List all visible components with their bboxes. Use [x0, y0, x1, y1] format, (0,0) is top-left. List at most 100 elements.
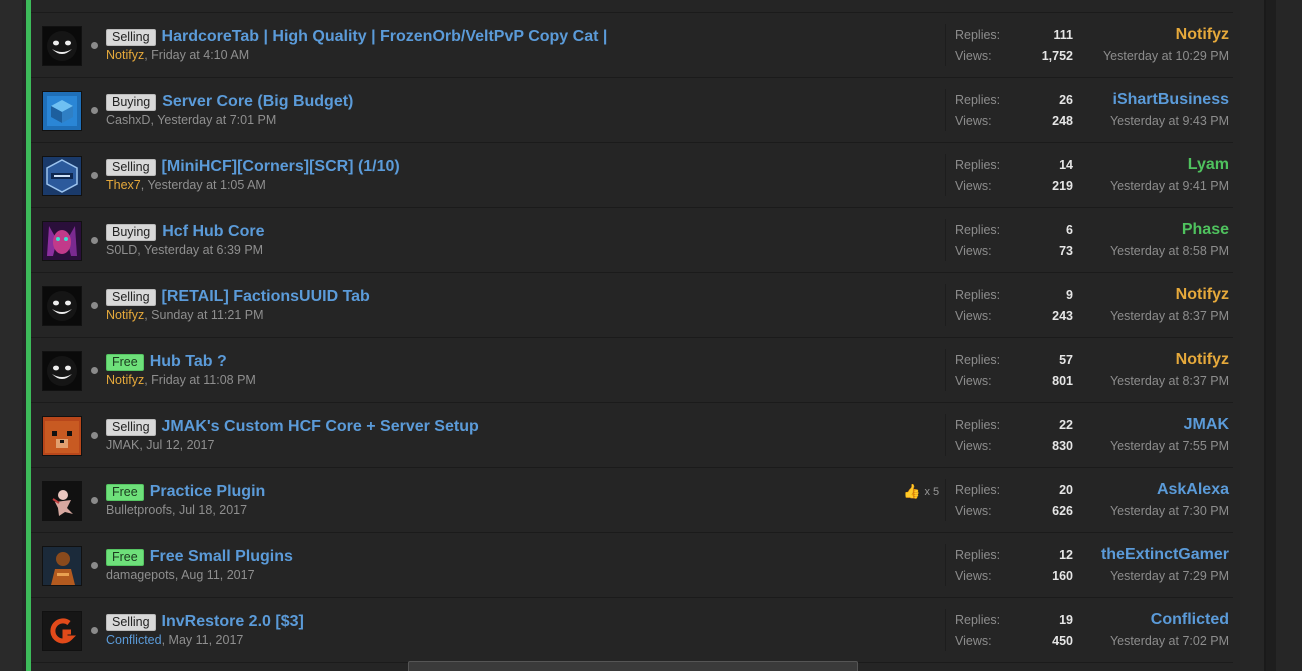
- thread-meta: Bulletproofs, Jul 18, 2017: [106, 503, 247, 517]
- thread-row[interactable]: Selling [MiniHCF][Corners][SCR] (1/10) T…: [31, 143, 1233, 208]
- thread-title-link[interactable]: JMAK's Custom HCF Core + Server Setup: [162, 418, 479, 436]
- thread-starter-link[interactable]: Conflicted: [106, 633, 162, 647]
- thread-starter-link[interactable]: Thex7: [106, 178, 141, 192]
- last-post-user-link[interactable]: Conflicted: [1151, 611, 1229, 629]
- thread-start-date[interactable]: Sunday at 11:21 PM: [151, 308, 263, 322]
- thread-title-link[interactable]: HardcoreTab | High Quality | FrozenOrb/V…: [162, 28, 608, 46]
- blue-badge-avatar-icon[interactable]: [42, 156, 82, 196]
- thread-start-date[interactable]: Yesterday at 7:01 PM: [157, 113, 276, 127]
- thread-starter-link[interactable]: Notifyz: [106, 308, 144, 322]
- thread-meta: CashxD, Yesterday at 7:01 PM: [106, 113, 276, 127]
- last-post-user-link[interactable]: iShartBusiness: [1113, 91, 1229, 109]
- last-post-user-link[interactable]: Notifyz: [1176, 351, 1229, 369]
- thread-meta: damagepots, Aug 11, 2017: [106, 568, 255, 582]
- thread-row[interactable]: Free Hub Tab ? Notifyz, Friday at 11:08 …: [31, 338, 1233, 403]
- thread-start-date[interactable]: Aug 11, 2017: [181, 568, 254, 582]
- last-post-time-link[interactable]: Yesterday at 7:55 PM: [1110, 439, 1229, 453]
- brown-bear-avatar-icon[interactable]: [42, 416, 82, 456]
- thread-start-date[interactable]: May 11, 2017: [169, 633, 244, 647]
- last-post-user-link[interactable]: JMAK: [1184, 416, 1229, 434]
- last-post-time-link[interactable]: Yesterday at 8:58 PM: [1110, 244, 1229, 258]
- thread-title-link[interactable]: Free Small Plugins: [150, 548, 293, 566]
- thread-title-link[interactable]: Server Core (Big Budget): [162, 93, 353, 111]
- views-count: 73: [1059, 244, 1073, 258]
- smiley-face-avatar-icon[interactable]: [42, 351, 82, 391]
- thread-prefix-badge[interactable]: Selling: [106, 28, 156, 46]
- thread-title-link[interactable]: InvRestore 2.0 [$3]: [162, 613, 304, 631]
- last-post-time-link[interactable]: Yesterday at 9:41 PM: [1110, 179, 1229, 193]
- last-post-time-link[interactable]: Yesterday at 8:37 PM: [1110, 374, 1229, 388]
- thread-title-link[interactable]: [MiniHCF][Corners][SCR] (1/10): [162, 158, 400, 176]
- replies-count: 14: [1059, 158, 1073, 172]
- smiley-face-avatar-icon[interactable]: [42, 26, 82, 66]
- replies-label: Replies:: [955, 288, 1001, 302]
- thread-starter-link[interactable]: Notifyz: [106, 48, 144, 62]
- thread-prefix-badge[interactable]: Selling: [106, 158, 156, 176]
- thread-row[interactable]: Buying Hcf Hub Core S0LD, Yesterday at 6…: [31, 208, 1233, 273]
- views-count: 830: [1052, 439, 1073, 453]
- last-post-user-link[interactable]: Phase: [1182, 221, 1229, 239]
- thread-title-link[interactable]: Hub Tab ?: [150, 353, 227, 371]
- thread-starter-link[interactable]: CashxD: [106, 113, 150, 127]
- thread-starter-link[interactable]: Bulletproofs: [106, 503, 172, 517]
- thread-starter-link[interactable]: JMAK: [106, 438, 139, 452]
- thread-row[interactable]: Free Free Small Plugins damagepots, Aug …: [31, 533, 1233, 598]
- thread-start-date[interactable]: Yesterday at 6:39 PM: [144, 243, 263, 257]
- last-post-user-link[interactable]: theExtinctGamer: [1101, 546, 1229, 564]
- thread-row[interactable]: Selling [RETAIL] FactionsUUID Tab Notify…: [31, 273, 1233, 338]
- purple-creature-avatar-icon[interactable]: [42, 221, 82, 261]
- smiley-face-avatar-icon[interactable]: [42, 286, 82, 326]
- thread-prefix-badge[interactable]: Free: [106, 548, 144, 566]
- last-post-time-link[interactable]: Yesterday at 7:02 PM: [1110, 634, 1229, 648]
- thread-title-link[interactable]: [RETAIL] FactionsUUID Tab: [162, 288, 370, 306]
- orange-character-avatar-icon[interactable]: [42, 546, 82, 586]
- replies-count: 9: [1066, 288, 1073, 302]
- last-post-user-link[interactable]: Lyam: [1188, 156, 1229, 174]
- thread-title-line: Selling InvRestore 2.0 [$3]: [106, 611, 304, 633]
- thread-start-date[interactable]: Friday at 11:08 PM: [151, 373, 256, 387]
- last-post-time-link[interactable]: Yesterday at 7:30 PM: [1110, 504, 1229, 518]
- thread-start-date[interactable]: Yesterday at 1:05 AM: [147, 178, 265, 192]
- thread-prefix-badge[interactable]: Buying: [106, 93, 157, 111]
- thread-start-date[interactable]: Jul 18, 2017: [179, 503, 247, 517]
- thread-starter-link[interactable]: Notifyz: [106, 373, 144, 387]
- thread-prefix-badge[interactable]: Buying: [106, 223, 157, 241]
- right-margin: [1240, 0, 1302, 671]
- thread-start-date[interactable]: Friday at 4:10 AM: [151, 48, 249, 62]
- thread-starter-link[interactable]: S0LD: [106, 243, 137, 257]
- left-margin: [0, 0, 22, 671]
- thread-prefix-badge[interactable]: Selling: [106, 288, 156, 306]
- thread-title-link[interactable]: Practice Plugin: [150, 483, 266, 501]
- thread-prefix-badge[interactable]: Free: [106, 483, 144, 501]
- thread-row[interactable]: Selling HardcoreTab | High Quality | Fro…: [31, 13, 1233, 78]
- thread-prefix-badge[interactable]: Selling: [106, 418, 156, 436]
- last-post-time-link[interactable]: Yesterday at 10:29 PM: [1103, 49, 1229, 63]
- last-post-user-link[interactable]: Notifyz: [1176, 286, 1229, 304]
- thread-row[interactable]: Selling JMAK's Custom HCF Core + Server …: [31, 403, 1233, 468]
- last-post-time-link[interactable]: Yesterday at 7:29 PM: [1110, 569, 1229, 583]
- stats-divider: [945, 479, 946, 521]
- thread-row[interactable]: Selling InvRestore 2.0 [$3] Conflicted, …: [31, 598, 1233, 663]
- views-label: Views:: [955, 244, 992, 258]
- thread-start-date[interactable]: Jul 12, 2017: [146, 438, 214, 452]
- thread-starter-link[interactable]: damagepots: [106, 568, 175, 582]
- blue-cube-avatar-icon[interactable]: [42, 91, 82, 131]
- floating-notification-bar[interactable]: [408, 661, 858, 671]
- likes-count: x 5: [924, 485, 940, 498]
- thread-title-link[interactable]: Hcf Hub Core: [162, 223, 264, 241]
- last-post-user-link[interactable]: Notifyz: [1176, 26, 1229, 44]
- thread-prefix-badge[interactable]: Free: [106, 353, 144, 371]
- last-post-time-link[interactable]: Yesterday at 8:37 PM: [1110, 309, 1229, 323]
- last-post-time-link[interactable]: Yesterday at 9:43 PM: [1110, 114, 1229, 128]
- thread-row[interactable]: Buying Server Core (Big Budget) CashxD, …: [31, 78, 1233, 143]
- thread-row[interactable]: Free Practice Plugin Bulletproofs, Jul 1…: [31, 468, 1233, 533]
- replies-count: 20: [1059, 483, 1073, 497]
- last-post-user-link[interactable]: AskAlexa: [1157, 481, 1229, 499]
- unread-status-icon: [91, 302, 98, 309]
- unread-status-icon: [91, 107, 98, 114]
- thread-meta: Thex7, Yesterday at 1:05 AM: [106, 178, 266, 192]
- orange-logo-avatar-icon[interactable]: [42, 611, 82, 651]
- views-count: 450: [1052, 634, 1073, 648]
- pink-figure-avatar-icon[interactable]: [42, 481, 82, 521]
- thread-prefix-badge[interactable]: Selling: [106, 613, 156, 631]
